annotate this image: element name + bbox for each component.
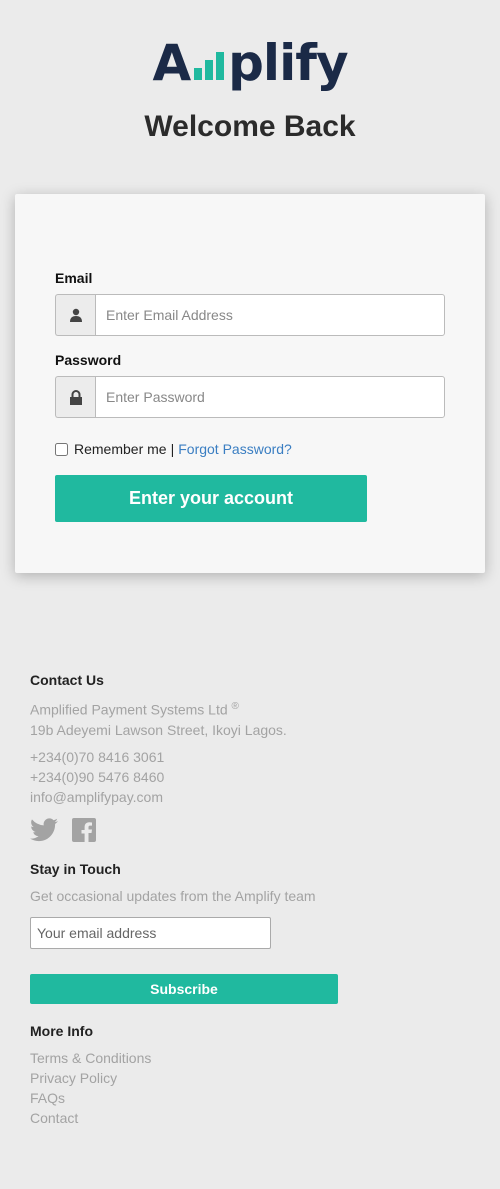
password-label: Password <box>55 352 122 368</box>
twitter-icon[interactable] <box>30 818 58 842</box>
logo-suffix: plify <box>228 34 348 92</box>
phone-1: +234(0)70 8416 3061 <box>30 749 165 765</box>
logo-prefix: A <box>152 34 191 92</box>
company-address: Amplified Payment Systems Ltd ® 19b Adey… <box>30 697 287 740</box>
faqs-link[interactable]: FAQs <box>30 1088 151 1108</box>
amplify-logo: Aplify <box>0 38 500 88</box>
forgot-password-link[interactable]: Forgot Password? <box>178 441 292 457</box>
remember-row: Remember me | Forgot Password? <box>55 441 292 457</box>
subscribe-button[interactable]: Subscribe <box>30 974 338 1004</box>
contact-details: +234(0)70 8416 3061 +234(0)90 5476 8460 … <box>30 747 164 807</box>
logo-bars-icon <box>192 50 226 80</box>
phone-2: +234(0)90 5476 8460 <box>30 769 165 785</box>
registered-mark: ® <box>231 701 239 712</box>
user-icon <box>55 294 95 336</box>
remember-label[interactable]: Remember me <box>74 441 167 457</box>
facebook-icon[interactable] <box>72 818 96 842</box>
email-label: Email <box>55 270 93 286</box>
more-info-links: Terms & Conditions Privacy Policy FAQs C… <box>30 1048 151 1128</box>
privacy-link[interactable]: Privacy Policy <box>30 1068 151 1088</box>
password-input[interactable] <box>95 376 445 418</box>
terms-link[interactable]: Terms & Conditions <box>30 1048 151 1068</box>
password-group <box>55 376 445 418</box>
email-input[interactable] <box>95 294 445 336</box>
contact-link[interactable]: Contact <box>30 1108 151 1128</box>
company-name: Amplified Payment Systems Ltd <box>30 701 228 718</box>
login-card: Email Password Remember me | Forgot Pass… <box>15 194 485 573</box>
page-title: Welcome Back <box>144 110 356 143</box>
lock-icon <box>55 376 95 418</box>
separator: | <box>170 441 175 457</box>
address: 19b Adeyemi Lawson Street, Ikoyi Lagos. <box>30 721 287 738</box>
subscribe-email-input[interactable] <box>30 917 271 949</box>
stay-heading: Stay in Touch <box>30 861 121 877</box>
email-group <box>55 294 445 336</box>
contact-heading: Contact Us <box>30 672 104 688</box>
contact-email[interactable]: info@amplifypay.com <box>30 787 164 807</box>
social-links <box>30 818 96 842</box>
more-info-heading: More Info <box>30 1023 93 1039</box>
stay-text: Get occasional updates from the Amplify … <box>30 888 316 904</box>
login-button[interactable]: Enter your account <box>55 475 367 522</box>
remember-checkbox[interactable] <box>55 442 68 456</box>
